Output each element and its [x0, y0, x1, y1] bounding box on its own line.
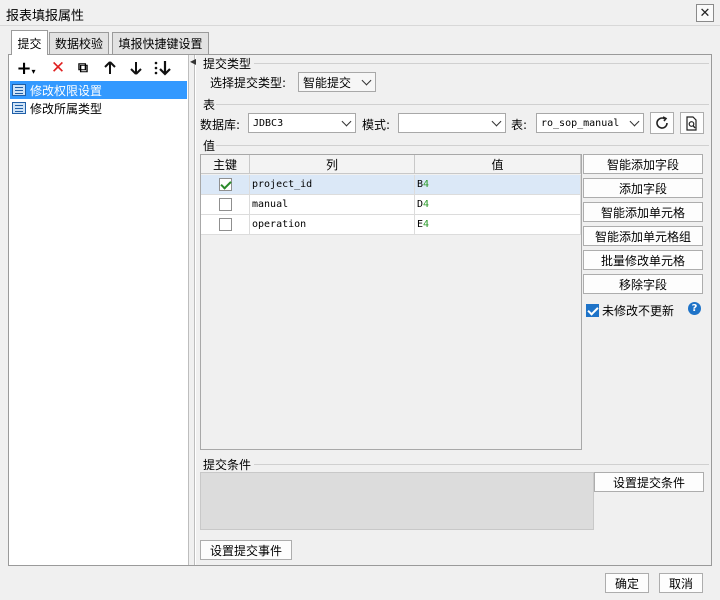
copy-icon: ⧉ [78, 60, 88, 76]
cancel-button[interactable]: 取消 [659, 573, 703, 593]
database-select[interactable]: JDBC3 [248, 113, 356, 133]
primary-key-checkbox[interactable] [218, 178, 232, 191]
submit-type-select[interactable]: 智能提交 [298, 72, 376, 92]
sort-button[interactable] [152, 58, 172, 78]
document-search-icon [686, 115, 697, 131]
value-cell-row: 4 [423, 219, 430, 230]
schema-select[interactable] [398, 113, 506, 133]
divider [216, 104, 709, 105]
table-row[interactable]: operation E4 [201, 215, 581, 235]
remove-field-button[interactable]: 移除字段 [583, 274, 703, 294]
column-name-cell[interactable]: manual [250, 195, 415, 214]
tab-submit[interactable]: 提交 [11, 30, 48, 55]
tab-data-validation-label: 数据校验 [54, 37, 103, 51]
no-update-option[interactable]: 未修改不更新 [586, 302, 674, 319]
close-button[interactable]: ✕ [696, 4, 714, 22]
refresh-icon [656, 116, 668, 129]
tab-data-validation[interactable]: 数据校验 [49, 32, 109, 54]
column-header-value: 值 [415, 155, 581, 174]
no-update-checkbox[interactable] [586, 304, 599, 317]
refresh-button[interactable] [650, 112, 674, 134]
value-cell[interactable]: B4 [415, 175, 581, 194]
table-section-label: 表 [203, 98, 216, 112]
move-down-button[interactable] [126, 58, 146, 78]
title-bar [0, 0, 720, 26]
value-cell-row: 4 [423, 179, 430, 190]
delete-button[interactable]: ✕ [48, 58, 68, 78]
window-title: 报表填报属性 [6, 9, 85, 24]
table-select[interactable]: ro_sop_manual [536, 113, 644, 133]
schema-label: 模式: [362, 118, 391, 132]
condition-display [200, 472, 594, 530]
copy-button[interactable]: ⧉ [73, 58, 93, 78]
divider [216, 145, 709, 146]
tree-item-permission[interactable]: 修改权限设置 [10, 81, 187, 99]
dropdown-arrow-icon: ▾ [31, 66, 36, 76]
value-cell-row: 4 [423, 199, 430, 210]
chevron-down-icon [487, 114, 505, 132]
divider [254, 63, 709, 64]
arrow-up-icon [104, 61, 116, 74]
tab-submit-label: 提交 [17, 36, 42, 51]
tree-item-type[interactable]: 修改所属类型 [10, 99, 187, 117]
smart-add-field-button[interactable]: 智能添加字段 [583, 154, 703, 174]
batch-modify-cell-button[interactable]: 批量修改单元格 [583, 250, 703, 270]
value-cell[interactable]: E4 [415, 215, 581, 234]
smart-add-cell-button[interactable]: 智能添加单元格 [583, 202, 703, 222]
set-event-button[interactable]: 设置提交事件 [200, 540, 292, 560]
preview-table-button[interactable] [680, 112, 704, 134]
primary-key-checkbox[interactable] [218, 218, 232, 231]
table-value: ro_sop_manual [541, 117, 620, 129]
form-icon [12, 84, 26, 96]
tree-item-label: 修改权限设置 [30, 83, 103, 98]
add-button[interactable]: + ▾ [14, 57, 38, 79]
chevron-down-icon [357, 73, 375, 91]
tree-item-label: 修改所属类型 [30, 101, 103, 116]
close-icon: ✕ [699, 5, 711, 21]
ok-button[interactable]: 确定 [605, 573, 649, 593]
table-row[interactable]: manual D4 [201, 195, 581, 215]
smart-add-cell-group-button[interactable]: 智能添加单元格组 [583, 226, 703, 246]
sort-icon [154, 61, 171, 76]
arrow-down-icon [130, 62, 142, 75]
value-cell[interactable]: D4 [415, 195, 581, 214]
column-name-cell[interactable]: project_id [250, 175, 415, 194]
tab-shortcut-settings[interactable]: 填报快捷键设置 [112, 32, 209, 54]
no-update-label: 未修改不更新 [602, 304, 675, 318]
primary-key-checkbox[interactable] [218, 198, 232, 211]
tab-shortcut-settings-label: 填报快捷键设置 [118, 37, 203, 51]
form-icon [12, 102, 26, 114]
set-condition-button[interactable]: 设置提交条件 [594, 472, 704, 492]
submit-type-value: 智能提交 [303, 75, 352, 90]
submit-type-label: 选择提交类型: [210, 76, 287, 90]
left-pane [9, 55, 189, 565]
condition-section-label: 提交条件 [203, 458, 252, 472]
table-row[interactable]: project_id B4 [201, 175, 581, 195]
column-header-key: 主键 [201, 155, 250, 174]
table-label: 表: [511, 118, 528, 132]
column-header-column: 列 [250, 155, 415, 174]
add-field-button[interactable]: 添加字段 [583, 178, 703, 198]
help-icon[interactable]: ? [688, 302, 701, 315]
chevron-down-icon [337, 114, 355, 132]
database-value: JDBC3 [253, 117, 284, 129]
divider [254, 464, 709, 465]
pane-splitter[interactable] [189, 55, 195, 565]
move-up-button[interactable] [100, 58, 120, 78]
submit-type-section-label: 提交类型 [203, 57, 252, 71]
delete-icon: ✕ [50, 58, 66, 78]
plus-icon: + [16, 57, 32, 79]
chevron-down-icon [625, 114, 643, 132]
column-name-cell[interactable]: operation [250, 215, 415, 234]
database-label: 数据库: [200, 118, 241, 132]
values-section-label: 值 [203, 139, 216, 153]
